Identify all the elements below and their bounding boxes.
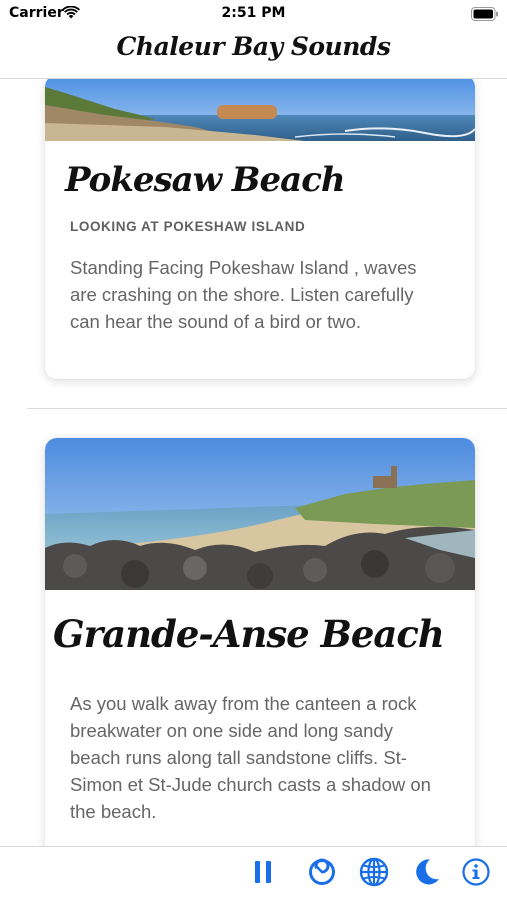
sound-card[interactable]: Grande-Anse Beach As you walk away from …	[45, 438, 475, 846]
card-separator	[27, 408, 507, 409]
app-title: Chaleur Bay Sounds	[116, 32, 391, 61]
sound-card[interactable]: Pokesaw Beach LOOKING AT POKESHAW ISLAND…	[45, 79, 475, 379]
battery-icon	[471, 6, 499, 25]
globe-icon	[359, 857, 389, 891]
card-description: As you walk away from the canteen a rock…	[70, 693, 431, 822]
language-button[interactable]	[357, 857, 391, 891]
night-mode-button[interactable]	[409, 857, 443, 891]
card-title: Pokesaw Beach	[65, 160, 346, 200]
clock-time: 2:51 PM	[221, 5, 286, 21]
card-description: Standing Facing Pokeshaw Island , waves …	[70, 257, 417, 332]
bottom-toolbar	[0, 846, 507, 900]
info-icon	[461, 857, 491, 891]
beach-panorama-image	[45, 79, 475, 141]
timer-icon	[307, 857, 337, 891]
status-bar: Carrier 2:51 PM	[0, 0, 507, 26]
pause-button[interactable]	[246, 857, 280, 891]
pause-icon	[252, 859, 274, 889]
sound-list[interactable]: Pokesaw Beach LOOKING AT POKESHAW ISLAND…	[0, 79, 507, 846]
beach-panorama-image	[45, 438, 475, 590]
card-title: Grande-Anse Beach	[53, 612, 445, 656]
card-subtitle: LOOKING AT POKESHAW ISLAND	[70, 219, 306, 234]
timer-button[interactable]	[305, 857, 339, 891]
info-button[interactable]	[459, 857, 493, 891]
moon-icon	[411, 857, 441, 891]
